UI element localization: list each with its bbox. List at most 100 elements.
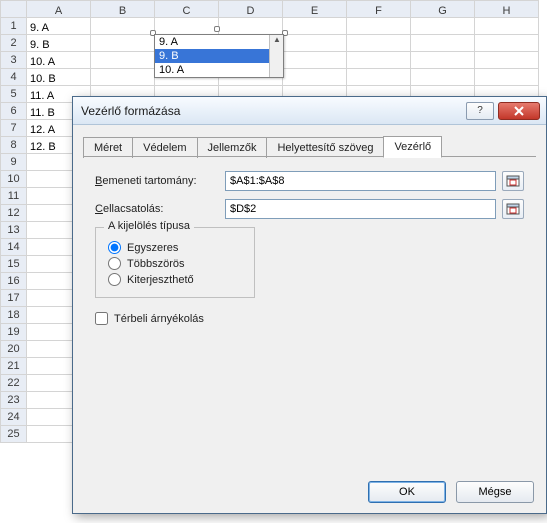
shadow-3d-checkbox[interactable] (95, 312, 108, 325)
row-header[interactable]: 11 (1, 188, 27, 205)
dialog-title: Vezérlő formázása (79, 104, 462, 118)
cell[interactable] (91, 52, 155, 69)
row-header[interactable]: 13 (1, 222, 27, 239)
column-header[interactable]: C (155, 1, 219, 18)
row-header[interactable]: 17 (1, 290, 27, 307)
tab-v-delem[interactable]: Védelem (132, 137, 197, 158)
radio-label: Egyszeres (127, 242, 178, 254)
cell[interactable] (347, 18, 411, 35)
row-header[interactable]: 8 (1, 137, 27, 154)
tab-strip: MéretVédelemJellemzőkHelyettesítő szöveg… (73, 125, 546, 157)
column-header[interactable]: F (347, 1, 411, 18)
tab-helyettes-t-sz-veg[interactable]: Helyettesítő szöveg (266, 137, 384, 158)
row-header[interactable]: 12 (1, 205, 27, 222)
dialog-titlebar[interactable]: Vezérlő formázása ? (73, 97, 546, 125)
cell[interactable] (411, 69, 475, 86)
cell[interactable] (283, 35, 347, 52)
cell[interactable]: 10. B (27, 69, 91, 86)
scroll-up-icon[interactable]: ▲ (273, 35, 281, 44)
row-header[interactable]: 24 (1, 409, 27, 426)
row-header[interactable]: 23 (1, 392, 27, 409)
close-icon (513, 106, 525, 116)
row-header[interactable]: 3 (1, 52, 27, 69)
row-header[interactable]: 15 (1, 256, 27, 273)
tab-m-ret[interactable]: Méret (83, 137, 133, 158)
selection-type-group: A kijelölés típusa EgyszeresTöbbszörösKi… (95, 227, 255, 298)
input-range-label: Bemeneti tartomány: (95, 175, 225, 187)
cell[interactable] (283, 18, 347, 35)
column-header[interactable]: A (27, 1, 91, 18)
row-header[interactable]: 10 (1, 171, 27, 188)
tab-jellemz-k[interactable]: Jellemzők (197, 137, 268, 158)
row-header[interactable]: 20 (1, 341, 27, 358)
list-item[interactable]: 9. B (155, 49, 283, 63)
column-header[interactable]: H (475, 1, 539, 18)
cell-link-field[interactable] (225, 199, 496, 219)
row-header[interactable]: 21 (1, 358, 27, 375)
column-header[interactable]: B (91, 1, 155, 18)
close-button[interactable] (498, 102, 540, 120)
row-header[interactable]: 14 (1, 239, 27, 256)
cell[interactable]: 9. A (27, 18, 91, 35)
scrollbar[interactable]: ▲ (269, 35, 283, 77)
ok-button[interactable]: OK (368, 481, 446, 503)
row-header[interactable]: 25 (1, 426, 27, 443)
cell[interactable] (91, 69, 155, 86)
row-header[interactable]: 6 (1, 103, 27, 120)
cell[interactable]: 10. A (27, 52, 91, 69)
radio-label: Kiterjeszthető (127, 274, 194, 286)
selection-type-radio[interactable] (108, 257, 121, 270)
row-header[interactable]: 16 (1, 273, 27, 290)
cell[interactable] (91, 18, 155, 35)
selection-type-radio[interactable] (108, 273, 121, 286)
help-button[interactable]: ? (466, 102, 494, 120)
range-picker-icon (506, 175, 520, 187)
row-header[interactable]: 19 (1, 324, 27, 341)
list-item[interactable]: 10. A (155, 63, 283, 77)
cell[interactable] (155, 18, 219, 35)
range-picker-icon (506, 203, 520, 215)
cell[interactable]: 9. B (27, 35, 91, 52)
radio-label: Többszörös (127, 258, 184, 270)
range-picker-button[interactable] (502, 171, 524, 191)
input-range-field[interactable] (225, 171, 496, 191)
list-item[interactable]: 9. A (155, 35, 283, 49)
cell[interactable] (475, 69, 539, 86)
row-header[interactable]: 9 (1, 154, 27, 171)
cell[interactable] (475, 52, 539, 69)
cell[interactable] (475, 35, 539, 52)
row-header[interactable]: 7 (1, 120, 27, 137)
cell[interactable] (219, 18, 283, 35)
row-header[interactable]: 1 (1, 18, 27, 35)
cell[interactable] (411, 18, 475, 35)
select-all-corner[interactable] (1, 1, 27, 18)
range-picker-button[interactable] (502, 199, 524, 219)
cell[interactable] (347, 52, 411, 69)
row-header[interactable]: 4 (1, 69, 27, 86)
row-header[interactable]: 2 (1, 35, 27, 52)
cancel-button[interactable]: Mégse (456, 481, 534, 503)
tab-vez-rl-[interactable]: Vezérlő (383, 136, 442, 158)
cell[interactable] (283, 69, 347, 86)
tab-pane-control: Bemeneti tartomány: Cellacsatolás: (83, 157, 536, 340)
column-header[interactable]: D (219, 1, 283, 18)
form-control-listbox[interactable]: 9. A9. B10. A ▲ (154, 34, 284, 78)
dialog-footer: OK Mégse (368, 481, 534, 503)
cell-link-label: Cellacsatolás: (95, 203, 225, 215)
group-legend: A kijelölés típusa (104, 220, 194, 232)
cell[interactable] (347, 35, 411, 52)
cell[interactable] (411, 35, 475, 52)
cell[interactable] (91, 35, 155, 52)
cell[interactable] (411, 52, 475, 69)
row-header[interactable]: 22 (1, 375, 27, 392)
column-header[interactable]: E (283, 1, 347, 18)
column-header[interactable]: G (411, 1, 475, 18)
row-header[interactable]: 5 (1, 86, 27, 103)
control-resize-handle[interactable] (214, 26, 220, 32)
shadow-3d-label: Térbeli árnyékolás (114, 313, 204, 325)
selection-type-radio[interactable] (108, 241, 121, 254)
cell[interactable] (347, 69, 411, 86)
cell[interactable] (475, 18, 539, 35)
row-header[interactable]: 18 (1, 307, 27, 324)
cell[interactable] (283, 52, 347, 69)
